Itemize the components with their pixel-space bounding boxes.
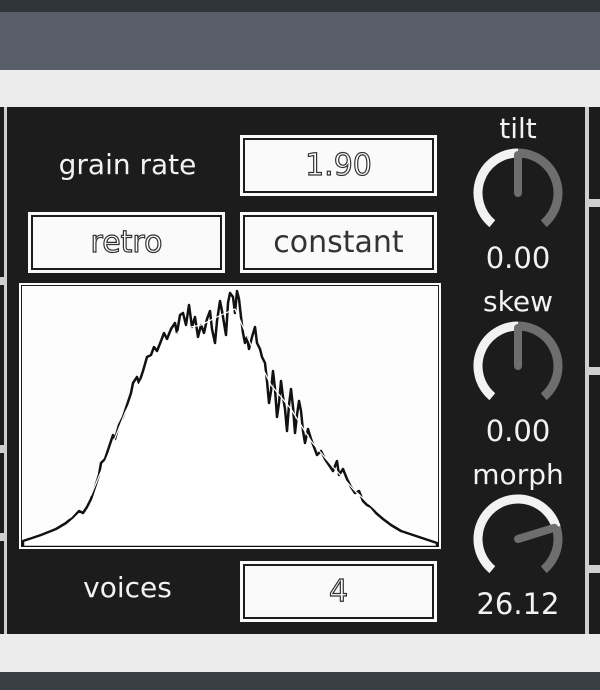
constant-button[interactable]: constant — [240, 212, 437, 273]
retro-button-label: retro — [90, 224, 163, 260]
morph-knob[interactable] — [462, 491, 574, 583]
tilt-knob-group: tilt 0.00 — [462, 112, 574, 275]
top-window-bar — [0, 0, 600, 12]
skew-knob-group: skew 0.00 — [462, 285, 574, 448]
title-bar — [0, 12, 600, 70]
knob-active-arc — [473, 321, 519, 401]
knob-pointer — [514, 523, 559, 543]
bottom-window-bar — [0, 672, 600, 690]
tilt-knob-title: tilt — [499, 112, 537, 145]
left-neighbor-panel — [0, 107, 7, 634]
distribution-curve — [21, 289, 439, 549]
skew-knob-title: skew — [483, 285, 553, 318]
morph-knob-title: morph — [472, 458, 564, 491]
morph-knob-value: 26.12 — [476, 587, 560, 621]
tilt-knob[interactable] — [462, 145, 574, 237]
retro-button[interactable]: retro — [28, 212, 225, 273]
constant-button-label: constant — [273, 225, 404, 260]
knob-active-arc — [473, 148, 519, 228]
skew-knob-value: 0.00 — [485, 414, 551, 448]
voices-value: 4 — [328, 573, 349, 609]
right-neighbor-panel — [585, 107, 600, 634]
voices-label: voices — [83, 571, 172, 604]
morph-knob-group: morph 26.12 — [462, 458, 574, 621]
grain-rate-value: 1.90 — [304, 147, 372, 183]
voices-number-box[interactable]: 4 — [240, 561, 437, 622]
tilt-knob-value: 0.00 — [485, 241, 551, 275]
grain-rate-number-box[interactable]: 1.90 — [240, 135, 437, 196]
grain-distribution-display[interactable] — [19, 283, 441, 549]
grain-rate-label: grain rate — [58, 148, 197, 181]
skew-knob[interactable] — [462, 318, 574, 410]
